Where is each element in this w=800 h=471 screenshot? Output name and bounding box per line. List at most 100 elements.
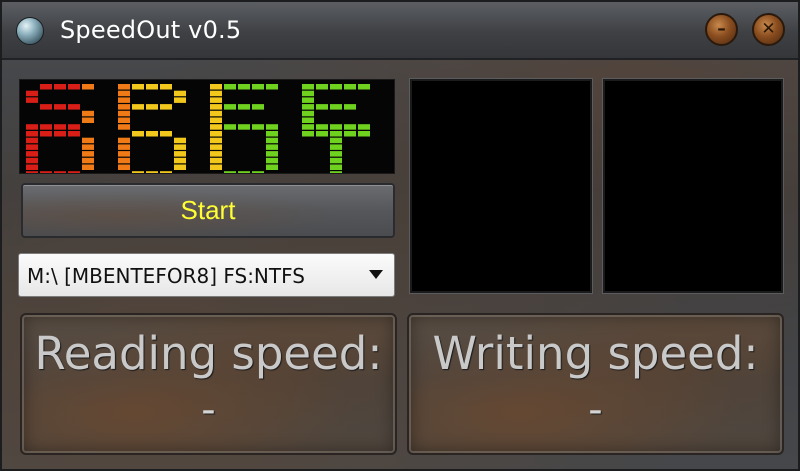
logo-led-segment — [68, 124, 80, 130]
logo-led-segment — [210, 104, 222, 110]
logo-led-segment — [146, 84, 158, 90]
logo-led-segment — [54, 171, 66, 173]
logo-led-segment — [316, 104, 328, 110]
logo-led-segment — [160, 131, 172, 137]
logo-led-segment — [302, 104, 314, 110]
logo-led-segment — [224, 104, 236, 110]
reading-speed-value: - — [201, 387, 216, 433]
writing-speed-graph — [603, 79, 783, 293]
start-button[interactable]: Start — [21, 183, 395, 238]
logo-led-segment — [174, 144, 186, 150]
logo-led-segment — [26, 90, 38, 97]
logo-led-segment — [118, 97, 130, 103]
logo-led-segment — [302, 124, 314, 130]
logo-led-segment — [224, 171, 236, 173]
logo-led-segment — [40, 171, 52, 173]
app-orb-icon — [16, 17, 44, 45]
logo-led-segment — [54, 104, 66, 110]
chevron-down-icon[interactable] — [369, 270, 383, 279]
logo-led-segment — [302, 131, 314, 137]
logo-led-segment — [266, 164, 278, 170]
logo-led-segment — [146, 104, 158, 110]
close-button[interactable]: ✕ — [752, 13, 785, 46]
led-logo-graphic — [26, 84, 370, 173]
logo-led-segment — [210, 151, 222, 157]
logo-led-segment — [68, 84, 80, 90]
logo-led-segment — [26, 164, 38, 170]
logo-led-segment — [54, 84, 66, 90]
logo-led-segment — [238, 171, 250, 173]
logo-led-segment — [118, 164, 130, 170]
logo-led-segment — [26, 97, 38, 103]
logo-led-segment — [174, 164, 186, 170]
logo-led-segment — [316, 131, 328, 137]
logo-led-segment — [252, 171, 264, 173]
logo-led-segment — [82, 157, 94, 164]
logo-led-segment — [210, 124, 222, 130]
title-bar[interactable]: SpeedOut v0.5 – ✕ — [2, 2, 798, 60]
logo-led-segment — [330, 137, 342, 144]
logo-led-segment — [26, 137, 38, 144]
close-icon: ✕ — [761, 19, 776, 39]
logo-led-segment — [118, 104, 130, 110]
logo-led-segment — [118, 137, 130, 144]
logo-led-segment — [266, 137, 278, 144]
logo-led-segment — [82, 164, 94, 170]
logo-led-segment — [118, 90, 130, 97]
logo-led-segment — [330, 157, 342, 164]
reading-speed-label: Reading speed: — [34, 327, 383, 380]
minimize-icon: – — [717, 19, 726, 39]
drive-dropdown[interactable]: M:\ [MBENTEFOR8] FS:NTFS — [18, 253, 395, 297]
logo-led-segment — [40, 124, 52, 130]
logo-led-segment — [330, 131, 342, 137]
logo-led-segment — [252, 84, 264, 90]
logo-led-segment — [174, 151, 186, 157]
logo-led-segment — [238, 104, 250, 110]
logo-led-segment — [118, 157, 130, 164]
logo-led-segment — [210, 164, 222, 170]
logo-led-segment — [118, 151, 130, 157]
logo-led-segment — [330, 104, 342, 110]
logo-led-segment — [302, 97, 314, 103]
logo-led-segment — [252, 124, 264, 130]
logo-led-segment — [330, 151, 342, 157]
logo-led-segment — [266, 144, 278, 150]
logo-led-segment — [210, 157, 222, 164]
logo-led-segment — [40, 84, 52, 90]
logo-led-segment — [160, 84, 172, 90]
speedout-logo — [19, 79, 395, 174]
logo-led-segment — [174, 157, 186, 164]
logo-led-segment — [118, 110, 130, 117]
writing-speed-label: Writing speed: — [432, 327, 759, 380]
logo-led-segment — [210, 117, 222, 123]
minimize-button[interactable]: – — [705, 13, 738, 46]
logo-led-segment — [210, 97, 222, 103]
logo-led-segment — [132, 131, 144, 137]
logo-led-segment — [210, 131, 222, 137]
logo-led-segment — [358, 124, 370, 130]
logo-led-segment — [118, 84, 130, 90]
logo-led-segment — [174, 137, 186, 144]
logo-led-segment — [40, 104, 52, 110]
logo-led-segment — [266, 151, 278, 157]
logo-led-segment — [316, 124, 328, 130]
logo-led-segment — [26, 171, 38, 173]
logo-led-segment — [132, 171, 144, 173]
logo-led-segment — [26, 144, 38, 150]
logo-led-segment — [118, 144, 130, 150]
window-title: SpeedOut v0.5 — [60, 16, 242, 44]
logo-led-segment — [68, 131, 80, 137]
logo-led-segment — [330, 144, 342, 150]
logo-led-segment — [146, 171, 158, 173]
logo-led-segment — [26, 157, 38, 164]
logo-led-segment — [330, 124, 342, 130]
writing-speed-panel: Writing speed: - — [407, 313, 784, 455]
logo-led-segment — [40, 131, 52, 137]
logo-led-segment — [330, 171, 342, 173]
logo-led-segment — [330, 84, 342, 90]
logo-led-segment — [238, 84, 250, 90]
logo-led-segment — [118, 117, 130, 123]
logo-led-segment — [302, 110, 314, 117]
logo-led-segment — [82, 137, 94, 144]
logo-led-segment — [266, 124, 278, 130]
